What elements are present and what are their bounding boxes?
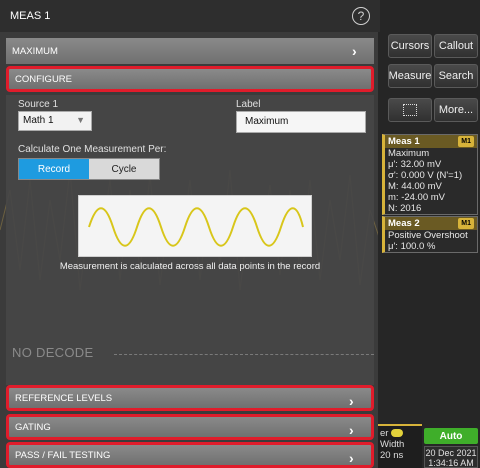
chevron-right-icon: › [349, 450, 354, 466]
dialog-title: MEAS 1 [10, 10, 51, 22]
chevron-right-icon: › [349, 422, 354, 438]
date-time-display: 20 Dec 2021 1:34:16 AM [424, 446, 478, 468]
more-button[interactable]: More... [434, 98, 478, 122]
section-reference-levels-label: REFERENCE LEVELS [15, 392, 113, 404]
meas2-badge[interactable]: Meas 2 M1 Positive Overshoot μ': 100.0 % [382, 216, 478, 253]
record-waveform-illustration [78, 195, 312, 257]
calc-mode-toggle: Record Cycle [18, 158, 160, 180]
date-text: 20 Dec 2021 [425, 448, 477, 458]
tab-label-top: er [380, 428, 389, 439]
meas1-line: m: -24.00 mV [388, 192, 446, 203]
time-text: 1:34:16 AM [428, 458, 474, 468]
chevron-right-icon: › [349, 393, 354, 409]
meas1-header: Meas 1 M1 [385, 135, 477, 148]
cursors-button[interactable]: Cursors [388, 34, 432, 58]
source-select[interactable]: Math 1 ▼ [18, 111, 92, 131]
label-input[interactable]: Maximum [236, 111, 366, 133]
section-reference-levels[interactable]: REFERENCE LEVELS › [6, 385, 374, 411]
measurement-config-dialog: MEAS 1 ? MAXIMUM › CONFIGURE Source 1 Ma… [0, 0, 380, 468]
calc-per-label: Calculate One Measurement Per: [18, 144, 167, 155]
section-maximum-label: MAXIMUM [12, 45, 58, 57]
no-decode-label: NO DECODE [6, 345, 374, 365]
meas1-line: μ': 32.00 mV [388, 159, 442, 170]
no-decode-text: NO DECODE [12, 345, 94, 360]
record-toggle-button[interactable]: Record [19, 159, 89, 179]
channel-indicator-icon [391, 429, 404, 438]
meas1-title: Meas 1 [388, 136, 420, 147]
section-pass-fail-label: PASS / FAIL TESTING [15, 449, 111, 461]
meas1-line: M: 44.00 mV [388, 181, 442, 192]
section-gating[interactable]: GATING › [6, 414, 374, 440]
measurement-caption: Measurement is calculated across all dat… [59, 261, 321, 272]
meas2-title: Meas 2 [388, 218, 420, 229]
measure-button[interactable]: Measure [388, 64, 432, 88]
meas2-header: Meas 2 M1 [385, 217, 477, 230]
section-gating-label: GATING [15, 421, 51, 433]
meas2-line: Positive Overshoot [388, 230, 468, 241]
meas1-line: σ': 0.000 V (N'=1) [388, 170, 463, 181]
dotted-grid-icon [403, 104, 417, 116]
meas1-line: N: 2016 [388, 203, 422, 214]
meas1-tag: M1 [458, 136, 474, 147]
section-configure[interactable]: CONFIGURE [6, 66, 374, 92]
chevron-down-icon: ▼ [76, 115, 85, 125]
meas2-line: μ': 100.0 % [388, 241, 436, 252]
search-button[interactable]: Search [434, 64, 478, 88]
configure-panel: Source 1 Math 1 ▼ Label Maximum Calculat… [6, 95, 374, 385]
decode-divider [114, 354, 374, 355]
sine-wave-graphic [88, 207, 304, 247]
meas1-line: Maximum [388, 148, 430, 159]
tab-width-label: Width [380, 439, 405, 450]
meas1-badge[interactable]: Meas 1 M1 Maximum μ': 32.00 mV σ': 0.000… [382, 134, 478, 215]
cycle-toggle-button[interactable]: Cycle [89, 159, 159, 179]
callout-button[interactable]: Callout [434, 34, 478, 58]
source-value: Math 1 [23, 115, 54, 126]
auto-trigger-button[interactable]: Auto [424, 428, 478, 444]
section-configure-label: CONFIGURE [15, 73, 72, 85]
horizontal-settings-tab[interactable]: er Width 20 ns [378, 424, 422, 468]
add-item-button[interactable] [388, 98, 432, 122]
section-maximum[interactable]: MAXIMUM › [6, 38, 374, 64]
source-label: Source 1 [18, 99, 59, 110]
meas2-tag: M1 [458, 218, 474, 229]
dialog-header: MEAS 1 ? [0, 0, 380, 32]
help-icon[interactable]: ? [352, 7, 370, 25]
label-label: Label [236, 99, 261, 110]
tab-width-value: 20 ns [380, 450, 404, 461]
chevron-right-icon: › [352, 43, 357, 59]
section-pass-fail[interactable]: PASS / FAIL TESTING › [6, 442, 374, 468]
